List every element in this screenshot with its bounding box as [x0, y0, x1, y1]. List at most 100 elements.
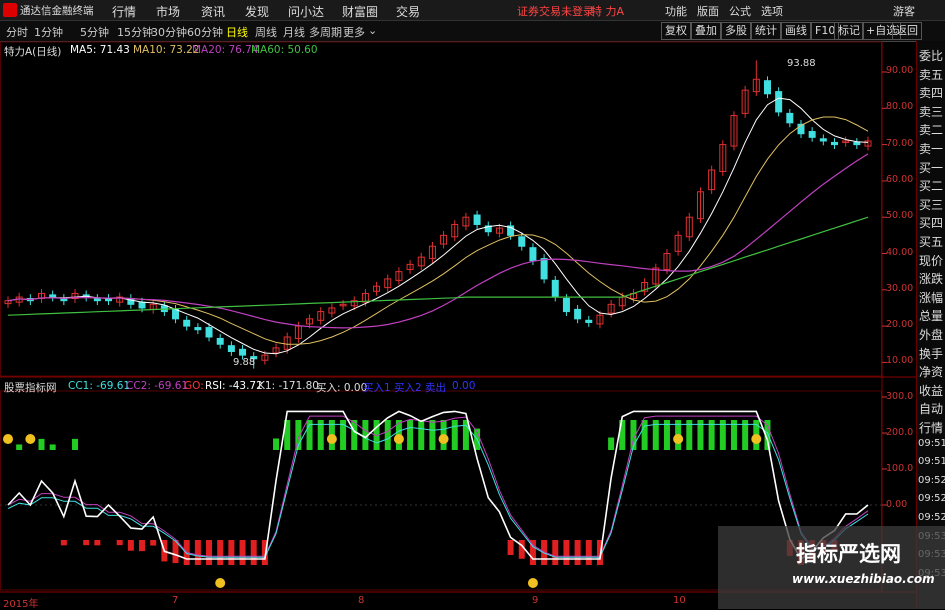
- candle-body: [540, 258, 548, 280]
- histogram-bar: [384, 420, 391, 450]
- price-tick-label: 10.00: [886, 355, 914, 367]
- high-annotation: 93.88: [787, 58, 816, 69]
- tab-60min[interactable]: 60分钟: [187, 24, 223, 40]
- side-panel-item[interactable]: 卖三: [919, 103, 943, 120]
- side-panel-item[interactable]: 行情: [919, 419, 943, 436]
- period-toolbar: 分时 1分钟 5分钟 15分钟 30分钟 60分钟 日线 周线 月线 多周期 更…: [0, 21, 945, 42]
- histogram-bar: [194, 540, 201, 565]
- tab-multi-period[interactable]: 多周期: [309, 24, 342, 40]
- side-panel-item[interactable]: 买一: [919, 159, 943, 176]
- signal-marker-icon: [673, 434, 684, 444]
- menu-discover[interactable]: 发现: [245, 3, 269, 20]
- mark-button[interactable]: 标记: [834, 22, 864, 40]
- candle-body: [819, 138, 827, 142]
- tab-15min[interactable]: 15分钟: [117, 24, 153, 40]
- side-panel-item[interactable]: 卖五: [919, 66, 943, 83]
- histogram-bar: [451, 420, 458, 450]
- tab-5min[interactable]: 5分钟: [80, 24, 109, 40]
- side-panel-item[interactable]: 买三: [919, 196, 943, 213]
- signal-marker-icon: [3, 434, 13, 444]
- side-panel-item[interactable]: 总量: [919, 307, 943, 324]
- side-panel-item[interactable]: 卖二: [919, 121, 943, 138]
- histogram-bar: [206, 540, 213, 565]
- back-button[interactable]: 返回: [892, 22, 922, 40]
- draw-button[interactable]: 画线: [781, 22, 811, 40]
- price-tick-label: 50.00: [886, 210, 914, 222]
- indicator-title: 股票指标网: [4, 382, 57, 394]
- candle-body: [585, 319, 593, 323]
- side-panel-item[interactable]: 09:52: [918, 493, 945, 504]
- side-panel-item[interactable]: 09:52: [918, 512, 945, 523]
- candle-body: [574, 308, 582, 320]
- menu-news[interactable]: 资讯: [201, 3, 225, 20]
- side-panel-item[interactable]: 09:51: [918, 438, 945, 449]
- side-panel-item[interactable]: 09:52: [918, 475, 945, 486]
- side-panel-item[interactable]: 卖一: [919, 140, 943, 157]
- buy1-label: 买入1: [363, 382, 391, 394]
- price-tick-label: 80.00: [886, 101, 914, 113]
- cc1-label: CC1: -69.61: [68, 380, 131, 392]
- menu-market[interactable]: 市场: [156, 3, 180, 20]
- side-panel-item[interactable]: 涨幅: [919, 289, 943, 306]
- tab-daily[interactable]: 日线: [226, 24, 248, 40]
- more-chevron-icon[interactable]: ⌄: [368, 24, 377, 37]
- histogram-bar: [150, 540, 157, 546]
- histogram-bar: [228, 540, 235, 565]
- signal-marker-icon: [215, 578, 226, 588]
- menu-options[interactable]: 选项: [761, 3, 783, 19]
- tab-weekly[interactable]: 周线: [255, 24, 277, 40]
- ma5-line: [7, 97, 869, 355]
- side-panel-item[interactable]: 买四: [919, 214, 943, 231]
- candle-body: [172, 308, 180, 320]
- menu-layout[interactable]: 版面: [697, 3, 719, 19]
- histogram-bar: [407, 420, 414, 450]
- stats-button[interactable]: 统计: [751, 22, 781, 40]
- menu-ask[interactable]: 问小达: [288, 3, 324, 20]
- candle-body: [518, 236, 526, 247]
- menu-trade[interactable]: 交易: [396, 3, 420, 20]
- tab-1min[interactable]: 1分钟: [34, 24, 63, 40]
- quote-side-panel[interactable]: 委比卖五 卖四卖三 卖二卖一买一 买二买三 买四买五现价 涨跌涨幅 总量外盘换手 净资收益 自动…: [916, 41, 945, 609]
- side-panel-item[interactable]: 换手: [919, 345, 943, 362]
- x-label-10: 10: [673, 595, 686, 606]
- watermark-url: www.xuezhibiao.com: [792, 572, 935, 586]
- tab-monthly[interactable]: 月线: [283, 24, 305, 40]
- menu-wealth[interactable]: 财富圈: [342, 3, 378, 20]
- menu-quotes[interactable]: 行情: [112, 3, 136, 20]
- extra-value: 0.00: [452, 380, 476, 392]
- side-panel-item[interactable]: 09:51: [918, 456, 945, 467]
- x-label-2015: 2015年: [3, 599, 39, 610]
- adjust-button[interactable]: 复权: [661, 22, 691, 40]
- side-panel-item[interactable]: 委比: [919, 47, 943, 64]
- histogram-bar: [574, 540, 581, 565]
- histogram-bar: [518, 540, 525, 559]
- tab-more[interactable]: 更多: [343, 24, 365, 40]
- overlay-button[interactable]: 叠加: [691, 22, 721, 40]
- x-label-9: 9: [532, 595, 539, 606]
- candle-body: [763, 80, 771, 95]
- side-panel-item[interactable]: 涨跌: [919, 270, 943, 287]
- side-panel-item[interactable]: 收益: [919, 382, 943, 399]
- histogram-bar: [585, 540, 592, 565]
- side-panel-item[interactable]: 买五: [919, 233, 943, 250]
- side-panel-item[interactable]: 买二: [919, 177, 943, 194]
- side-panel-item[interactable]: 自动: [919, 400, 943, 417]
- multi-stock-button[interactable]: 多股: [721, 22, 751, 40]
- tab-30min[interactable]: 30分钟: [151, 24, 187, 40]
- menu-function[interactable]: 功能: [665, 3, 687, 19]
- histogram-bar: [16, 444, 23, 450]
- guest-label[interactable]: 游客: [893, 3, 915, 19]
- x-label-8: 8: [358, 595, 365, 606]
- buy-label: 买入: 0.00: [316, 382, 368, 394]
- menu-formula[interactable]: 公式: [729, 3, 751, 19]
- ma20-line: [7, 153, 869, 329]
- ma60-line: [7, 216, 869, 316]
- side-panel-item[interactable]: 净资: [919, 363, 943, 380]
- tab-intraday[interactable]: 分时: [6, 24, 28, 40]
- login-status[interactable]: 证券交易未登录: [517, 3, 594, 19]
- k1-label: K1: -171.80: [258, 380, 319, 392]
- stock-chart[interactable]: [0, 41, 916, 609]
- side-panel-item[interactable]: 现价: [919, 252, 943, 269]
- side-panel-item[interactable]: 卖四: [919, 84, 943, 101]
- side-panel-item[interactable]: 外盘: [919, 326, 943, 343]
